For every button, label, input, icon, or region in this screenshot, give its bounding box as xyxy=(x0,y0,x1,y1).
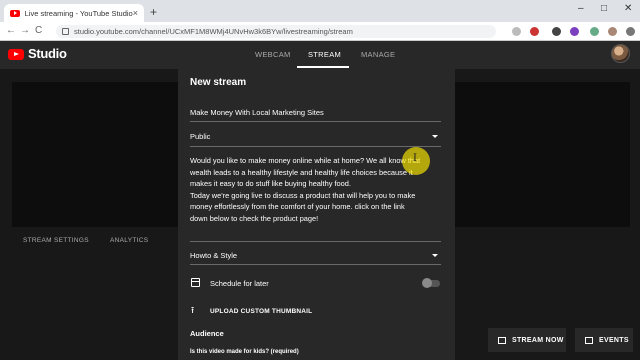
new-tab-button[interactable]: + xyxy=(150,5,157,19)
browser-tab-title: Live streaming - YouTube Studio xyxy=(24,8,133,18)
title-value: Make Money With Local Marketing Sites xyxy=(190,108,324,117)
omnibox[interactable]: studio.youtube.com/channel/UCxMF1M8WMj4U… xyxy=(56,25,496,38)
upload-icon[interactable]: ⭱ xyxy=(191,306,194,315)
audience-heading: Audience xyxy=(190,329,224,338)
schedule-label: Schedule for later xyxy=(210,279,269,288)
browser-tab[interactable]: Live streaming - YouTube Studio × xyxy=(4,4,144,22)
studio-brand[interactable]: Studio xyxy=(28,46,67,61)
description-line: down below to check the product page! xyxy=(190,213,319,223)
avatar[interactable] xyxy=(611,44,630,63)
minimize-button[interactable]: – xyxy=(578,3,584,14)
events-button[interactable]: EVENTS xyxy=(575,328,633,352)
extension-icon[interactable] xyxy=(530,27,539,36)
tab-analytics[interactable]: ANALYTICS xyxy=(110,237,148,244)
stream-preview xyxy=(12,82,178,227)
tab-stream-settings[interactable]: STREAM SETTINGS xyxy=(23,237,89,244)
active-tab-indicator xyxy=(297,66,349,68)
extension-icon[interactable] xyxy=(590,27,599,36)
dialog-title: New stream xyxy=(190,77,247,88)
forward-icon[interactable]: → xyxy=(20,25,30,37)
calendar-icon xyxy=(191,278,200,287)
events-label: EVENTS xyxy=(599,336,629,344)
studio-header: Studio WEBCAM STREAM MANAGE xyxy=(0,41,640,69)
address-bar-row: ← → C studio.youtube.com/channel/UCxMF1M… xyxy=(0,22,640,41)
right-preview xyxy=(455,82,630,227)
extension-icon[interactable] xyxy=(570,27,579,36)
description-line: Today we're going live to discuss a prod… xyxy=(190,190,416,200)
close-window-button[interactable]: ✕ xyxy=(624,3,632,14)
menu-icon[interactable] xyxy=(626,27,635,36)
text-cursor-icon: I xyxy=(413,153,417,164)
stream-now-label: STREAM NOW xyxy=(512,336,564,344)
events-icon xyxy=(585,336,593,344)
tab-stream[interactable]: STREAM xyxy=(308,50,341,59)
stream-now-button[interactable]: STREAM NOW xyxy=(488,328,566,352)
star-icon[interactable] xyxy=(512,27,521,36)
lock-icon xyxy=(62,28,69,35)
tab-close-icon[interactable]: × xyxy=(133,8,138,18)
profile-icon[interactable] xyxy=(608,27,617,36)
description-line: money effortlessly from the comfort of y… xyxy=(190,202,405,212)
new-stream-dialog: New stream Make Money With Local Marketi… xyxy=(178,69,455,360)
chevron-down-icon xyxy=(432,254,438,257)
kids-question: Is this video made for kids? (required) xyxy=(190,349,299,355)
visibility-select[interactable]: Public xyxy=(190,132,441,147)
tab-manage[interactable]: MANAGE xyxy=(361,50,395,59)
visibility-value: Public xyxy=(190,132,211,141)
schedule-toggle[interactable] xyxy=(422,278,440,288)
reload-icon[interactable]: C xyxy=(35,25,42,37)
upload-thumbnail-button[interactable]: UPLOAD CUSTOM THUMBNAIL xyxy=(210,308,312,315)
youtube-favicon-icon xyxy=(10,9,20,17)
category-select[interactable]: Howto & Style xyxy=(190,251,441,265)
title-field[interactable]: Make Money With Local Marketing Sites xyxy=(190,108,441,122)
url-text: studio.youtube.com/channel/UCxMF1M8WMj4U… xyxy=(74,27,353,36)
browser-tab-strip: Live streaming - YouTube Studio × + – □ … xyxy=(0,0,640,22)
tab-webcam[interactable]: WEBCAM xyxy=(255,50,291,59)
maximize-button[interactable]: □ xyxy=(601,3,607,14)
stream-icon xyxy=(498,336,506,344)
back-icon[interactable]: ← xyxy=(6,25,16,37)
chevron-down-icon xyxy=(432,135,438,138)
extension-icon[interactable] xyxy=(552,27,561,36)
youtube-logo-icon[interactable] xyxy=(8,49,24,60)
category-value: Howto & Style xyxy=(190,251,238,260)
description-line: makes it easy to do stuff like buying he… xyxy=(190,179,351,189)
